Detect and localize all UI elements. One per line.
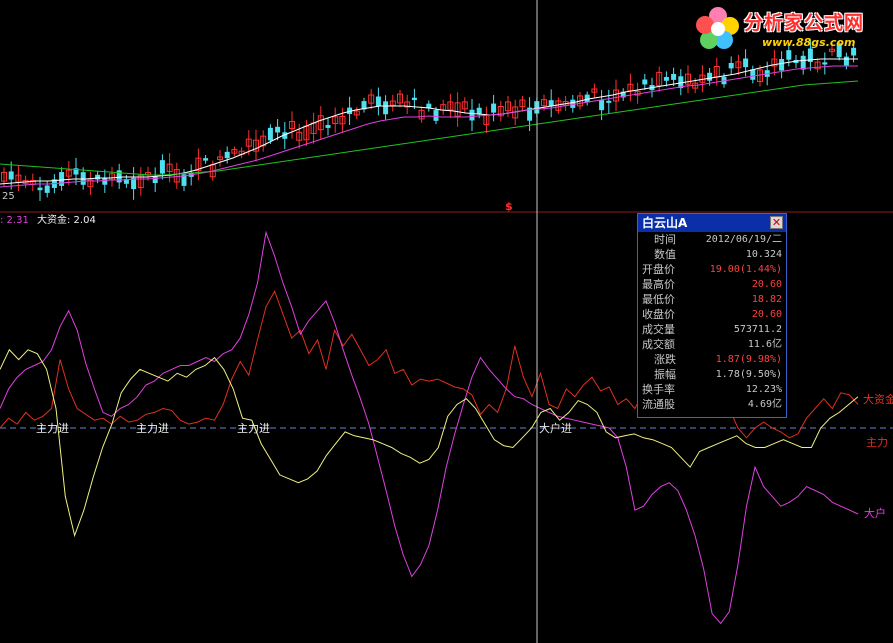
candle-body	[159, 160, 165, 174]
ma-line-white	[0, 58, 858, 185]
right-label-dahu: 大户	[864, 506, 886, 520]
candle-body	[469, 109, 475, 121]
info-row-value: 20.60	[751, 279, 782, 290]
indicator-header-value: : 2.31	[0, 215, 29, 226]
candle-body	[224, 151, 230, 159]
candle-body	[728, 62, 734, 69]
candle-body	[599, 100, 605, 111]
x-tick-label: 25	[2, 191, 15, 202]
signal-label-dahu: 大户进	[539, 421, 572, 435]
price-panel: 25 $	[0, 39, 859, 213]
info-row-value: 20.60	[751, 309, 782, 320]
info-row: 最低价 18.82	[638, 292, 786, 307]
candle-body	[663, 77, 669, 81]
info-box-rows: 时间 2012/06/19/二 数值 10.324 开盘价 19.00(1.44%) 最高价…	[638, 232, 786, 412]
candle-body	[707, 72, 713, 81]
info-row-value: 573711.2	[733, 324, 782, 335]
signal-label-zhuli: 主力进	[237, 422, 270, 435]
info-row-value: 10.324	[745, 249, 782, 260]
right-label-zhuli: 主力	[866, 436, 888, 449]
info-box-title-bar[interactable]: 白云山A ✕	[638, 214, 786, 232]
candle-body	[80, 172, 86, 185]
candle-body	[822, 62, 828, 65]
moving-average-lines	[0, 58, 859, 188]
candle-body	[59, 172, 65, 186]
candle-body	[375, 96, 381, 107]
logo-url: www.88gs.com	[762, 36, 856, 49]
candle-body	[102, 177, 108, 185]
candle-body	[606, 100, 612, 103]
ma-line-magenta	[0, 65, 858, 188]
info-row: 振幅 1.78(9.50%)	[638, 367, 786, 382]
candle-body	[800, 55, 806, 70]
candle-body	[411, 97, 417, 101]
close-icon[interactable]: ✕	[770, 216, 783, 229]
info-row: 流通股 4.69亿	[638, 397, 786, 412]
info-row-value: 1.78(9.50%)	[715, 369, 782, 380]
info-row-value: 1.87(9.98%)	[715, 354, 782, 365]
candle-body	[152, 176, 158, 184]
info-row-value: 19.00(1.44%)	[709, 264, 782, 275]
candle-body	[743, 58, 749, 68]
candle-body	[44, 185, 50, 193]
candle-body	[491, 103, 497, 113]
info-row: 开盘价 19.00(1.44%)	[638, 262, 786, 277]
candle-body	[267, 127, 273, 141]
info-row-key: 换手率	[642, 383, 675, 396]
info-row-key: 开盘价	[642, 263, 675, 276]
info-row: 成交额 11.6亿	[638, 337, 786, 352]
candle-body	[750, 69, 756, 80]
logo-text: 分析家公式网	[744, 12, 865, 34]
candle-body	[476, 107, 482, 114]
candle-body	[433, 110, 439, 121]
info-row-key: 收盘价	[642, 308, 675, 321]
info-row: 涨跌 1.87(9.98%)	[638, 352, 786, 367]
candle-body	[642, 79, 648, 85]
info-box-title: 白云山A	[642, 216, 688, 230]
candle-body	[779, 59, 785, 71]
signal-label-zhuli: 主力进	[36, 422, 69, 435]
info-row: 数值 10.324	[638, 247, 786, 262]
info-row-value: 11.6亿	[747, 339, 782, 350]
info-row-key: 最高价	[642, 278, 675, 291]
info-row: 成交量 573711.2	[638, 322, 786, 337]
info-row: 换手率 12.23%	[638, 382, 786, 397]
info-row-value: 18.82	[751, 294, 782, 305]
info-row-value: 4.69亿	[747, 399, 782, 410]
crosshair-marker: $	[505, 200, 513, 213]
info-row-key: 成交量	[642, 323, 675, 336]
candle-body	[8, 171, 14, 180]
candle-body	[203, 158, 209, 161]
info-row-key: 流通股	[642, 398, 675, 411]
info-row-key: 数值	[654, 248, 676, 261]
ma-line-green	[0, 80, 859, 176]
info-row-value: 12.23%	[745, 384, 782, 395]
candle-body	[37, 187, 43, 191]
stock-info-box: 白云山A ✕ 时间 2012/06/19/二 数值 10.324 开盘价 19.00(1.…	[637, 213, 787, 418]
indicator-header-dazijin: 大资金: 2.04	[37, 213, 96, 226]
candle-body	[671, 73, 677, 80]
info-row-key: 成交额	[642, 338, 675, 351]
right-label-dazijin: 大资金	[863, 392, 893, 406]
info-row: 最高价 20.60	[638, 277, 786, 292]
info-row-key: 振幅	[654, 368, 676, 381]
info-row: 收盘价 20.60	[638, 307, 786, 322]
flower-logo-icon	[696, 7, 739, 49]
info-row: 时间 2012/06/19/二	[638, 232, 786, 247]
candle-body	[383, 101, 389, 115]
candle-body	[275, 126, 281, 133]
candle-body	[325, 125, 331, 128]
candle-body	[95, 174, 101, 180]
candle-body	[843, 56, 849, 66]
info-row-key: 最低价	[642, 293, 675, 306]
info-row-value: 2012/06/19/二	[705, 234, 782, 245]
signal-label-zhuli: 主力进	[136, 422, 169, 435]
site-logo: 分析家公式网 www.88gs.com	[692, 2, 892, 54]
info-row-key: 涨跌	[654, 353, 676, 366]
